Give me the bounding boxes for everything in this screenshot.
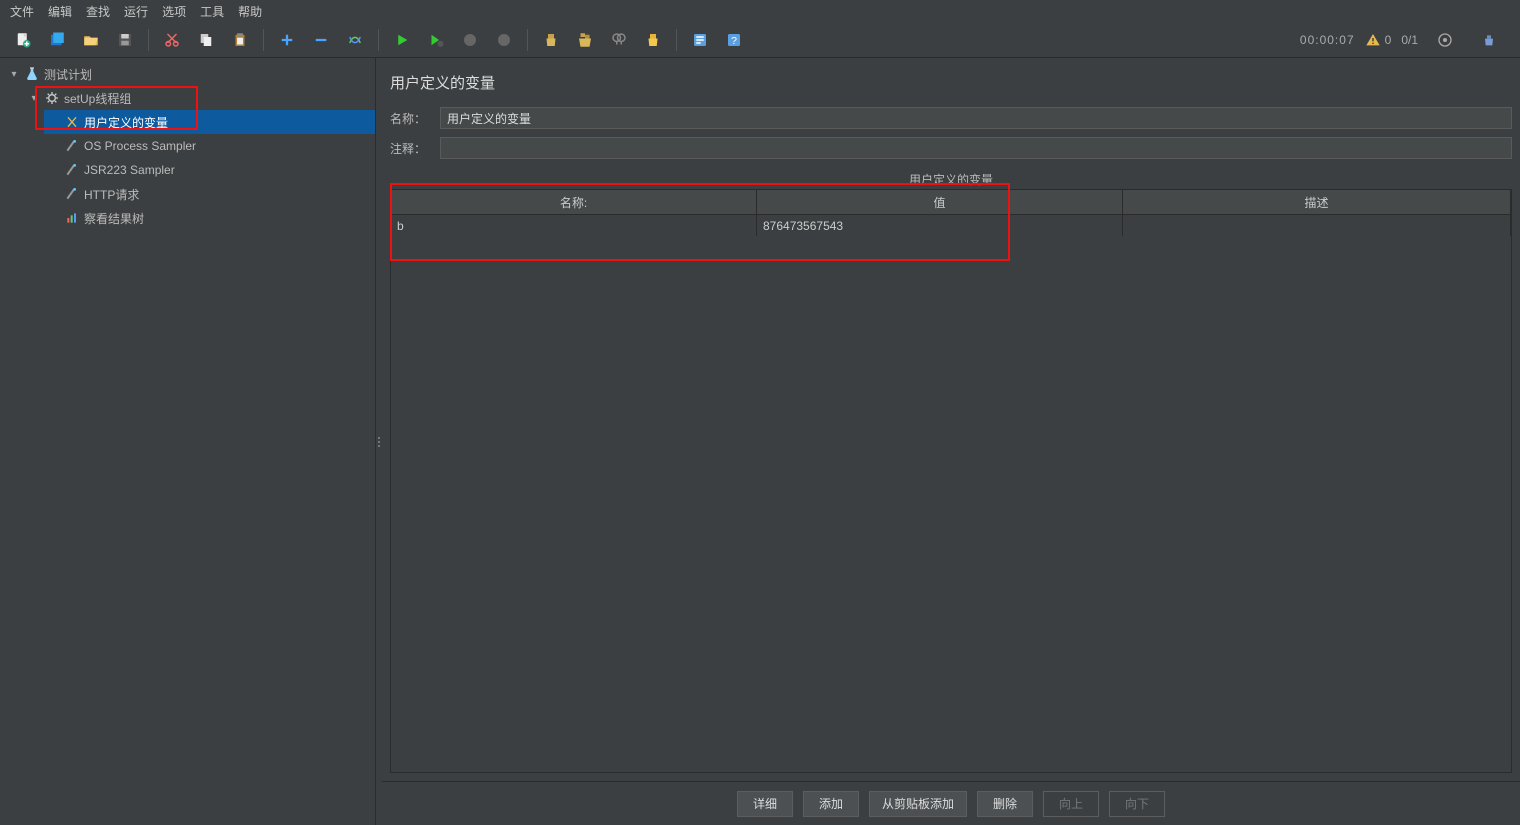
- tree-label: JSR223 Sampler: [84, 163, 175, 177]
- warning-badge[interactable]: 0: [1365, 32, 1392, 48]
- cell-desc[interactable]: [1123, 215, 1511, 236]
- stop-threads-icon[interactable]: [1431, 26, 1459, 54]
- thread-count: 0/1: [1401, 33, 1418, 47]
- svg-text:?: ?: [731, 34, 737, 46]
- col-header-name[interactable]: 名称:: [391, 190, 757, 214]
- menu-run[interactable]: 运行: [118, 1, 154, 22]
- tree-label: 测试计划: [44, 66, 92, 83]
- tree-label: 用户定义的变量: [84, 114, 168, 131]
- menu-tools[interactable]: 工具: [194, 1, 230, 22]
- timer-label: 00:00:07: [1300, 33, 1355, 47]
- paste-icon[interactable]: [226, 26, 254, 54]
- table-row[interactable]: b 876473567543: [391, 214, 1511, 236]
- variables-icon: [64, 114, 80, 130]
- gear-icon: [44, 90, 60, 106]
- variables-table[interactable]: 名称: 值 描述 b 876473567543: [390, 189, 1512, 773]
- tree-item-view-results-tree[interactable]: 察看结果树: [44, 206, 375, 230]
- tree-item-os-process-sampler[interactable]: OS Process Sampler: [44, 134, 375, 158]
- cut-icon[interactable]: [158, 26, 186, 54]
- tree-pane: ▾ 测试计划 ▾ setUp线程组: [0, 58, 376, 825]
- add-button[interactable]: 添加: [803, 791, 859, 817]
- open-icon[interactable]: [77, 26, 105, 54]
- up-button: 向上: [1043, 791, 1099, 817]
- sampler-icon: [64, 138, 80, 154]
- search-icon[interactable]: [605, 26, 633, 54]
- name-input[interactable]: [440, 107, 1512, 129]
- collapse-icon[interactable]: [307, 26, 335, 54]
- sampler-icon: [64, 186, 80, 202]
- tree-label: OS Process Sampler: [84, 139, 196, 153]
- clear-all-icon[interactable]: [571, 26, 599, 54]
- flask-icon: [24, 66, 40, 82]
- menu-file[interactable]: 文件: [4, 1, 40, 22]
- warning-icon: [1365, 32, 1381, 48]
- shutdown-icon[interactable]: [490, 26, 518, 54]
- expand-icon[interactable]: [273, 26, 301, 54]
- cell-name[interactable]: b: [391, 215, 757, 236]
- content-pane: 用户定义的变量 名称： 注释： 用户定义的变量 名称: 值 描述 b 87647…: [382, 58, 1520, 825]
- tree-label: 察看结果树: [84, 210, 144, 227]
- clear-icon[interactable]: [537, 26, 565, 54]
- templates-icon[interactable]: [43, 26, 71, 54]
- stop-icon[interactable]: [456, 26, 484, 54]
- sampler-icon: [64, 162, 80, 178]
- start-no-timers-icon[interactable]: [422, 26, 450, 54]
- menu-search[interactable]: 查找: [80, 1, 116, 22]
- menu-help[interactable]: 帮助: [232, 1, 268, 22]
- tree-item-jsr223-sampler[interactable]: JSR223 Sampler: [44, 158, 375, 182]
- detail-button[interactable]: 详细: [737, 791, 793, 817]
- gc-icon[interactable]: [1475, 26, 1503, 54]
- new-file-icon[interactable]: [9, 26, 37, 54]
- tree-thread-group[interactable]: ▾ setUp线程组: [24, 86, 375, 110]
- button-bar: 详细 添加 从剪贴板添加 删除 向上 向下: [382, 781, 1520, 825]
- tree-item-http-request[interactable]: HTTP请求: [44, 182, 375, 206]
- cell-value[interactable]: 876473567543: [757, 215, 1123, 236]
- chevron-down-icon[interactable]: ▾: [8, 69, 20, 80]
- section-label: 用户定义的变量: [390, 171, 1512, 189]
- toolbar: ? 00:00:07 0 0/1: [0, 22, 1520, 58]
- save-icon[interactable]: [111, 26, 139, 54]
- tree-label: HTTP请求: [84, 186, 139, 203]
- chevron-down-icon[interactable]: ▾: [28, 93, 40, 104]
- warning-count: 0: [1385, 33, 1392, 47]
- down-button: 向下: [1109, 791, 1165, 817]
- delete-button[interactable]: 删除: [977, 791, 1033, 817]
- tree-label: setUp线程组: [64, 90, 131, 107]
- function-helper-icon[interactable]: [686, 26, 714, 54]
- col-header-value[interactable]: 值: [757, 190, 1123, 214]
- tree-root-test-plan[interactable]: ▾ 测试计划: [4, 62, 375, 86]
- name-label: 名称：: [390, 110, 434, 127]
- reset-search-icon[interactable]: [639, 26, 667, 54]
- panel-title: 用户定义的变量: [382, 58, 1520, 103]
- comment-input[interactable]: [440, 137, 1512, 159]
- comment-label: 注释：: [390, 140, 434, 157]
- clipboard-button[interactable]: 从剪贴板添加: [869, 791, 967, 817]
- menu-edit[interactable]: 编辑: [42, 1, 78, 22]
- toggle-icon[interactable]: [341, 26, 369, 54]
- results-icon: [64, 210, 80, 226]
- menu-options[interactable]: 选项: [156, 1, 192, 22]
- col-header-desc[interactable]: 描述: [1123, 190, 1511, 214]
- menu-bar: 文件 编辑 查找 运行 选项 工具 帮助: [0, 0, 1520, 22]
- start-icon[interactable]: [388, 26, 416, 54]
- tree-item-user-variables[interactable]: 用户定义的变量: [44, 110, 375, 134]
- help-icon[interactable]: ?: [720, 26, 748, 54]
- copy-icon[interactable]: [192, 26, 220, 54]
